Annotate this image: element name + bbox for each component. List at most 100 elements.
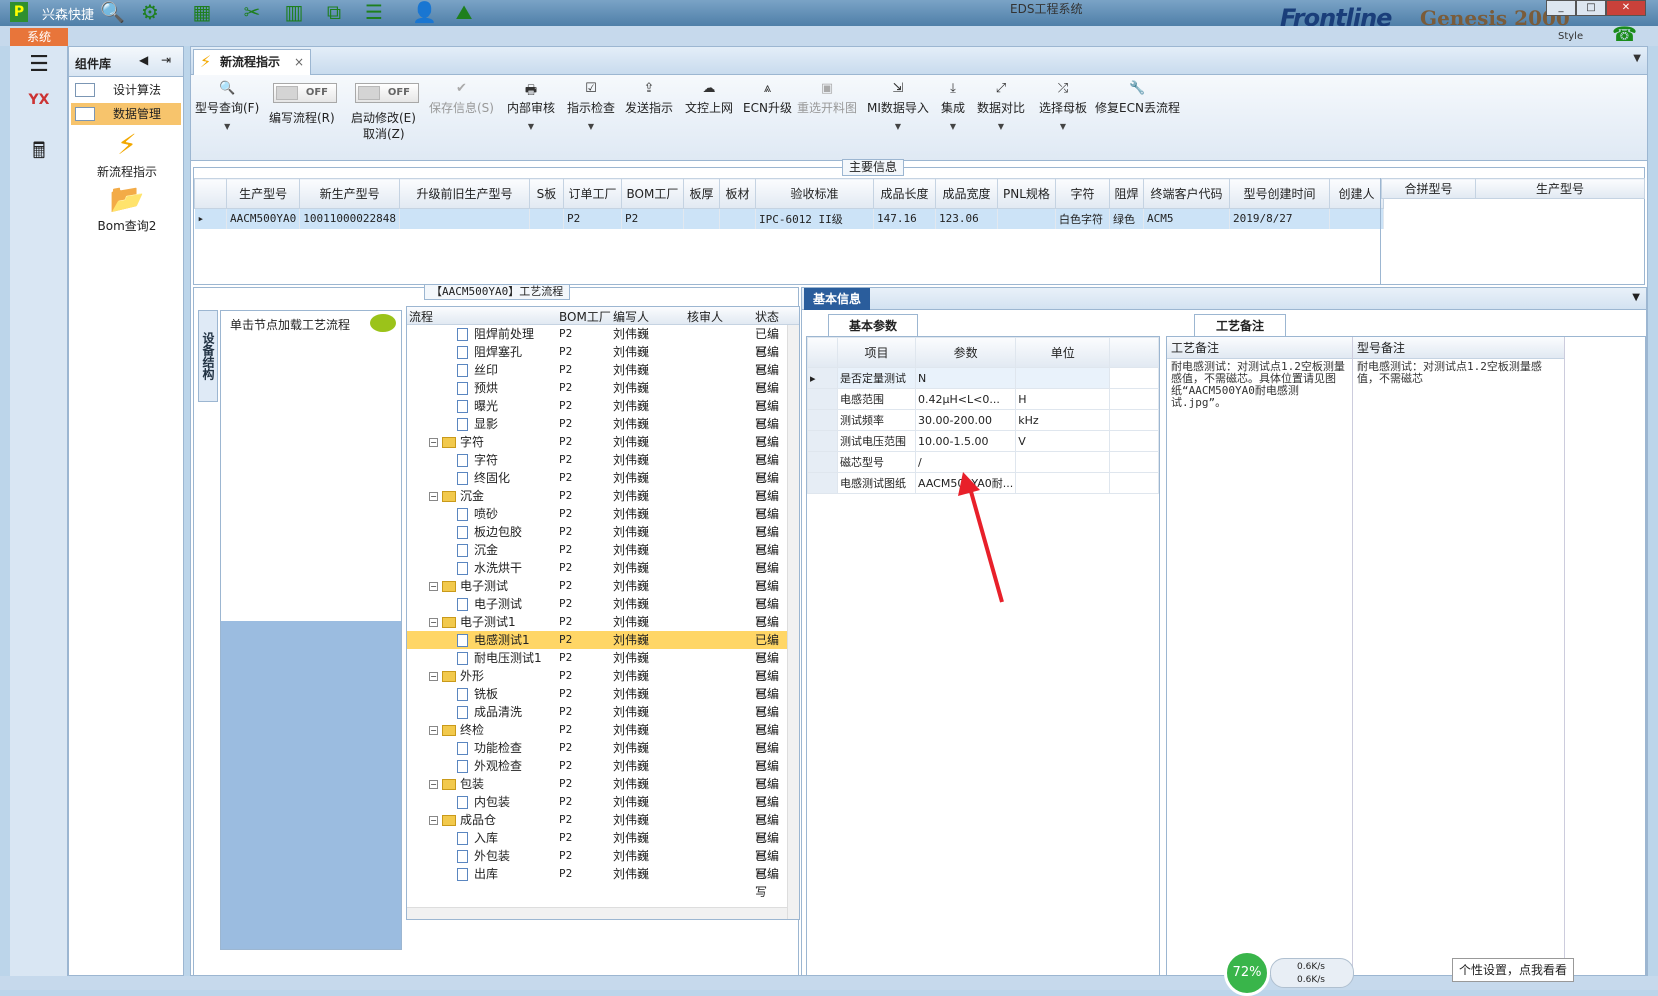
yx-factory-icon[interactable]: YX <box>22 92 56 122</box>
collapse-icon[interactable]: − <box>429 438 438 447</box>
tree-row[interactable]: 预烘 P2 刘伟巍 已编写 <box>407 379 787 413</box>
gear-icon[interactable]: ⚙ <box>138 1 162 23</box>
param-value[interactable]: 0.42μH<L<0... <box>914 388 1017 410</box>
param-value[interactable]: 30.00-200.00 <box>914 409 1017 431</box>
maximize-button[interactable]: □ <box>1576 0 1606 16</box>
tree-row[interactable]: −电子测试1P2刘伟巍已编写 <box>407 613 787 647</box>
tab-basic-params[interactable]: 基本参数 <box>828 314 918 336</box>
tree-row[interactable]: 功能检查 P2 刘伟巍 已编写 <box>407 739 787 773</box>
tree-row[interactable]: 耐电压测试1 P2 刘伟巍 已编写 <box>407 649 787 683</box>
column-header[interactable]: 板材 <box>718 178 756 209</box>
table-cell[interactable] <box>683 208 720 229</box>
tree-row[interactable]: − 成品仓 P2 刘伟巍 已编写 <box>407 811 787 845</box>
table-cell[interactable] <box>399 208 530 229</box>
table-cell[interactable] <box>529 208 564 229</box>
tree-row[interactable]: 沉金 P2 刘伟巍 已编写 <box>407 541 787 575</box>
table-icon[interactable]: ▥ <box>282 1 306 23</box>
collapse-icon[interactable]: − <box>429 726 438 735</box>
column-header[interactable]: S板 <box>528 178 564 209</box>
table-cell[interactable]: IPC-6012 II级 <box>755 208 874 229</box>
table-cell[interactable]: 绿色 <box>1109 208 1144 229</box>
table-cell[interactable]: 2019/8/27 <box>1229 208 1330 229</box>
param-value[interactable]: N <box>914 367 1017 389</box>
collapse-icon[interactable]: − <box>429 492 438 501</box>
tree-row[interactable]: 字符 P2 刘伟巍 已编写 <box>407 451 787 485</box>
panel-dropdown-icon[interactable]: ▼ <box>1632 292 1640 303</box>
column-header[interactable]: 创建人 <box>1328 178 1384 209</box>
param-row[interactable]: 测试电压范围 10.00-1.5.00 V <box>807 430 1159 452</box>
table-cell[interactable]: 10011000022848 <box>299 208 400 229</box>
system-tab[interactable]: 系统 <box>10 28 68 46</box>
send-instruction-button[interactable]: ⇪ 发送指示 <box>625 81 673 116</box>
tab-process-notes[interactable]: 工艺备注 <box>1194 314 1286 336</box>
table-cell[interactable]: AACM500YA0 <box>226 208 301 229</box>
model-notes-text[interactable]: 耐电感测试：对测试点1.2空板测量感值，不需磁芯 <box>1353 359 1564 387</box>
process-notes-text[interactable]: 耐电感测试：对测试点1.2空板测量感值，不需磁芯。具体位置请见图纸“AACM50… <box>1167 359 1352 411</box>
tree-vertical-scrollbar[interactable] <box>787 325 799 919</box>
style-menu[interactable]: Style <box>1558 31 1583 42</box>
param-row[interactable]: ▸ 是否定量测试 N <box>807 367 1159 389</box>
close-button[interactable]: ✕ <box>1606 0 1646 16</box>
chart-icon[interactable]: ⛰ <box>452 1 476 23</box>
resend-drawing-button[interactable]: ▣ 重选开料图 <box>797 81 857 116</box>
chat-bubble-icon[interactable] <box>370 314 396 332</box>
tree-row[interactable]: 阻焊前处理 P2 刘伟巍 已编写 <box>407 325 787 359</box>
menu-item-design-algo[interactable]: 设计算法 <box>71 79 181 101</box>
tree-row[interactable]: 终固化 P2 刘伟巍 已编写 <box>407 469 787 503</box>
close-tab-icon[interactable]: × <box>294 50 304 74</box>
column-header[interactable]: 成品宽度 <box>934 178 998 209</box>
tree-horizontal-scrollbar[interactable] <box>407 907 787 919</box>
column-header[interactable]: 验收标准 <box>754 178 874 209</box>
column-item[interactable]: 项目 <box>837 337 916 368</box>
table-cell[interactable]: 147.16 <box>873 208 936 229</box>
scissors-icon[interactable]: ✂ <box>240 1 264 23</box>
table-cell[interactable]: 123.06 <box>935 208 998 229</box>
user-icon[interactable]: 👤 <box>412 1 437 23</box>
column-writer[interactable]: 编写人 <box>613 308 649 325</box>
list-icon[interactable]: ☰ <box>362 1 386 23</box>
param-row[interactable]: 测试频率 30.00-200.00 kHz <box>807 409 1159 431</box>
tree-row[interactable]: 成品清洗 P2 刘伟巍 已编写 <box>407 703 787 737</box>
tree-row[interactable]: 外观检查 P2 刘伟巍 已编写 <box>407 757 787 791</box>
table-cell[interactable]: 白色字符 <box>1055 208 1110 229</box>
menu-icon[interactable]: ☰ <box>22 52 56 82</box>
tree-row[interactable]: − 包装 P2 刘伟巍 已编写 <box>407 775 787 809</box>
table-row[interactable]: ▸ AACM500YA0 10011000022848 P2 P2 IPC-6012 II… <box>194 208 1384 229</box>
tree-row[interactable]: 板边包胶 P2 刘伟巍 已编写 <box>407 523 787 557</box>
tab-equipment-structure[interactable]: 设备结构 <box>198 310 218 402</box>
select-mother-board-button[interactable]: ⤮ 选择母板 ▼ <box>1039 81 1087 131</box>
repair-ecn-button[interactable]: 🔧 修复ECN丢流程 <box>1095 81 1180 116</box>
column-header[interactable]: 新生产型号 <box>299 178 400 209</box>
tree-row[interactable]: 阻焊塞孔 P2 刘伟巍 已编写 <box>407 343 787 377</box>
table-cell[interactable] <box>997 208 1056 229</box>
new-flow-instruction-button[interactable]: ⚡ 新流程指示 <box>79 127 175 180</box>
column-header[interactable]: 字符 <box>1054 178 1110 209</box>
bom-query-button[interactable]: 📂 Bom查询2 <box>79 181 175 234</box>
export-icon[interactable]: ⧉ <box>322 1 346 23</box>
collapse-icon[interactable]: − <box>429 618 438 627</box>
calculator-icon[interactable]: 🖩 <box>22 134 56 164</box>
column-reviewer[interactable]: 核审人 <box>687 308 723 325</box>
param-row[interactable]: 磁芯型号 / <box>807 451 1159 473</box>
data-compare-button[interactable]: ⤢ 数据对比 ▼ <box>977 81 1025 131</box>
collapse-icon[interactable]: − <box>429 780 438 789</box>
column-bom-factory[interactable]: BOM工厂 <box>559 308 611 325</box>
start-modify-toggle[interactable]: OFF <box>355 83 419 103</box>
column-flow[interactable]: 流程 <box>409 308 433 325</box>
tab-new-flow-instruction[interactable]: ⚡ 新流程指示 × <box>193 49 311 75</box>
column-header[interactable]: 型号创建时间 <box>1228 178 1330 209</box>
minimize-button[interactable]: _ <box>1546 0 1576 16</box>
tree-row[interactable]: − 终检 P2 刘伟巍 已编写 <box>407 721 787 755</box>
instruction-check-button[interactable]: ☑ 指示检查 ▼ <box>567 81 615 131</box>
tree-row[interactable]: 曝光 P2 刘伟巍 已编写 <box>407 397 787 431</box>
column-header[interactable]: 终端客户代码 <box>1142 178 1230 209</box>
column-unit[interactable]: 单位 <box>1015 337 1111 368</box>
phone-icon[interactable]: ☎ <box>1612 22 1637 46</box>
tree-row[interactable]: 显影 P2 刘伟巍 已编写 <box>407 415 787 449</box>
tree-row[interactable]: − 电子测试 P2 刘伟巍 已编写 <box>407 577 787 611</box>
edit-flow-toggle[interactable]: OFF <box>273 83 337 103</box>
column-param[interactable]: 参数 <box>914 337 1017 368</box>
personal-settings-tooltip[interactable]: 个性设置，点我看看 <box>1452 958 1574 982</box>
doc-upload-button[interactable]: ☁ 文控上网 <box>685 81 733 116</box>
table-cell[interactable] <box>719 208 756 229</box>
